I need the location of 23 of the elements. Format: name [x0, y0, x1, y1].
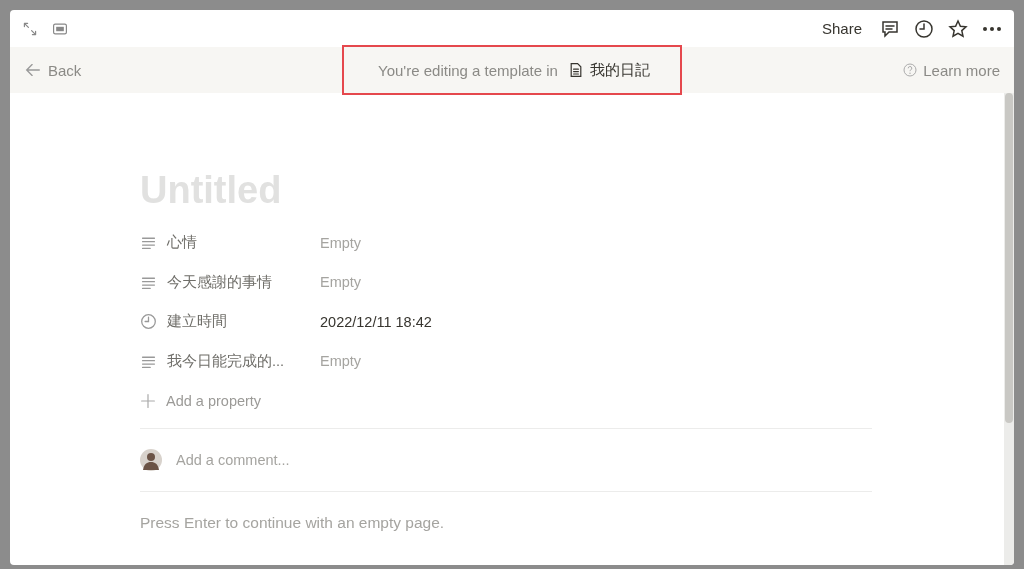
comment-icon[interactable]	[880, 18, 900, 39]
share-button[interactable]: Share	[817, 18, 866, 39]
clock-icon[interactable]	[914, 18, 934, 39]
more-icon[interactable]	[982, 25, 1002, 32]
back-link[interactable]: Back	[24, 61, 82, 79]
clock-icon	[140, 313, 157, 331]
property-value[interactable]: 2022/12/11 18:42	[320, 313, 432, 330]
database-link[interactable]: 我的日記	[567, 60, 650, 80]
banner-message: You're editing a template in	[378, 61, 558, 79]
scrollbar[interactable]	[1004, 93, 1014, 565]
learn-more-link[interactable]: Learn more	[903, 61, 1000, 79]
expand-icon[interactable]	[22, 20, 38, 37]
add-property-button[interactable]: Add a property	[140, 381, 262, 420]
arrow-left-icon	[24, 61, 42, 79]
avatar	[140, 449, 162, 471]
property-name[interactable]: 心情	[167, 233, 197, 253]
plus-icon	[140, 392, 156, 409]
property-name[interactable]: 建立時間	[167, 312, 227, 332]
star-icon[interactable]	[948, 18, 968, 39]
property-name[interactable]: 我今日能完成的...	[167, 351, 285, 371]
empty-page-hint: Press Enter to continue with an empty page.	[140, 514, 446, 532]
help-icon	[903, 63, 918, 77]
property-name[interactable]: 今天感謝的事情	[167, 272, 272, 292]
